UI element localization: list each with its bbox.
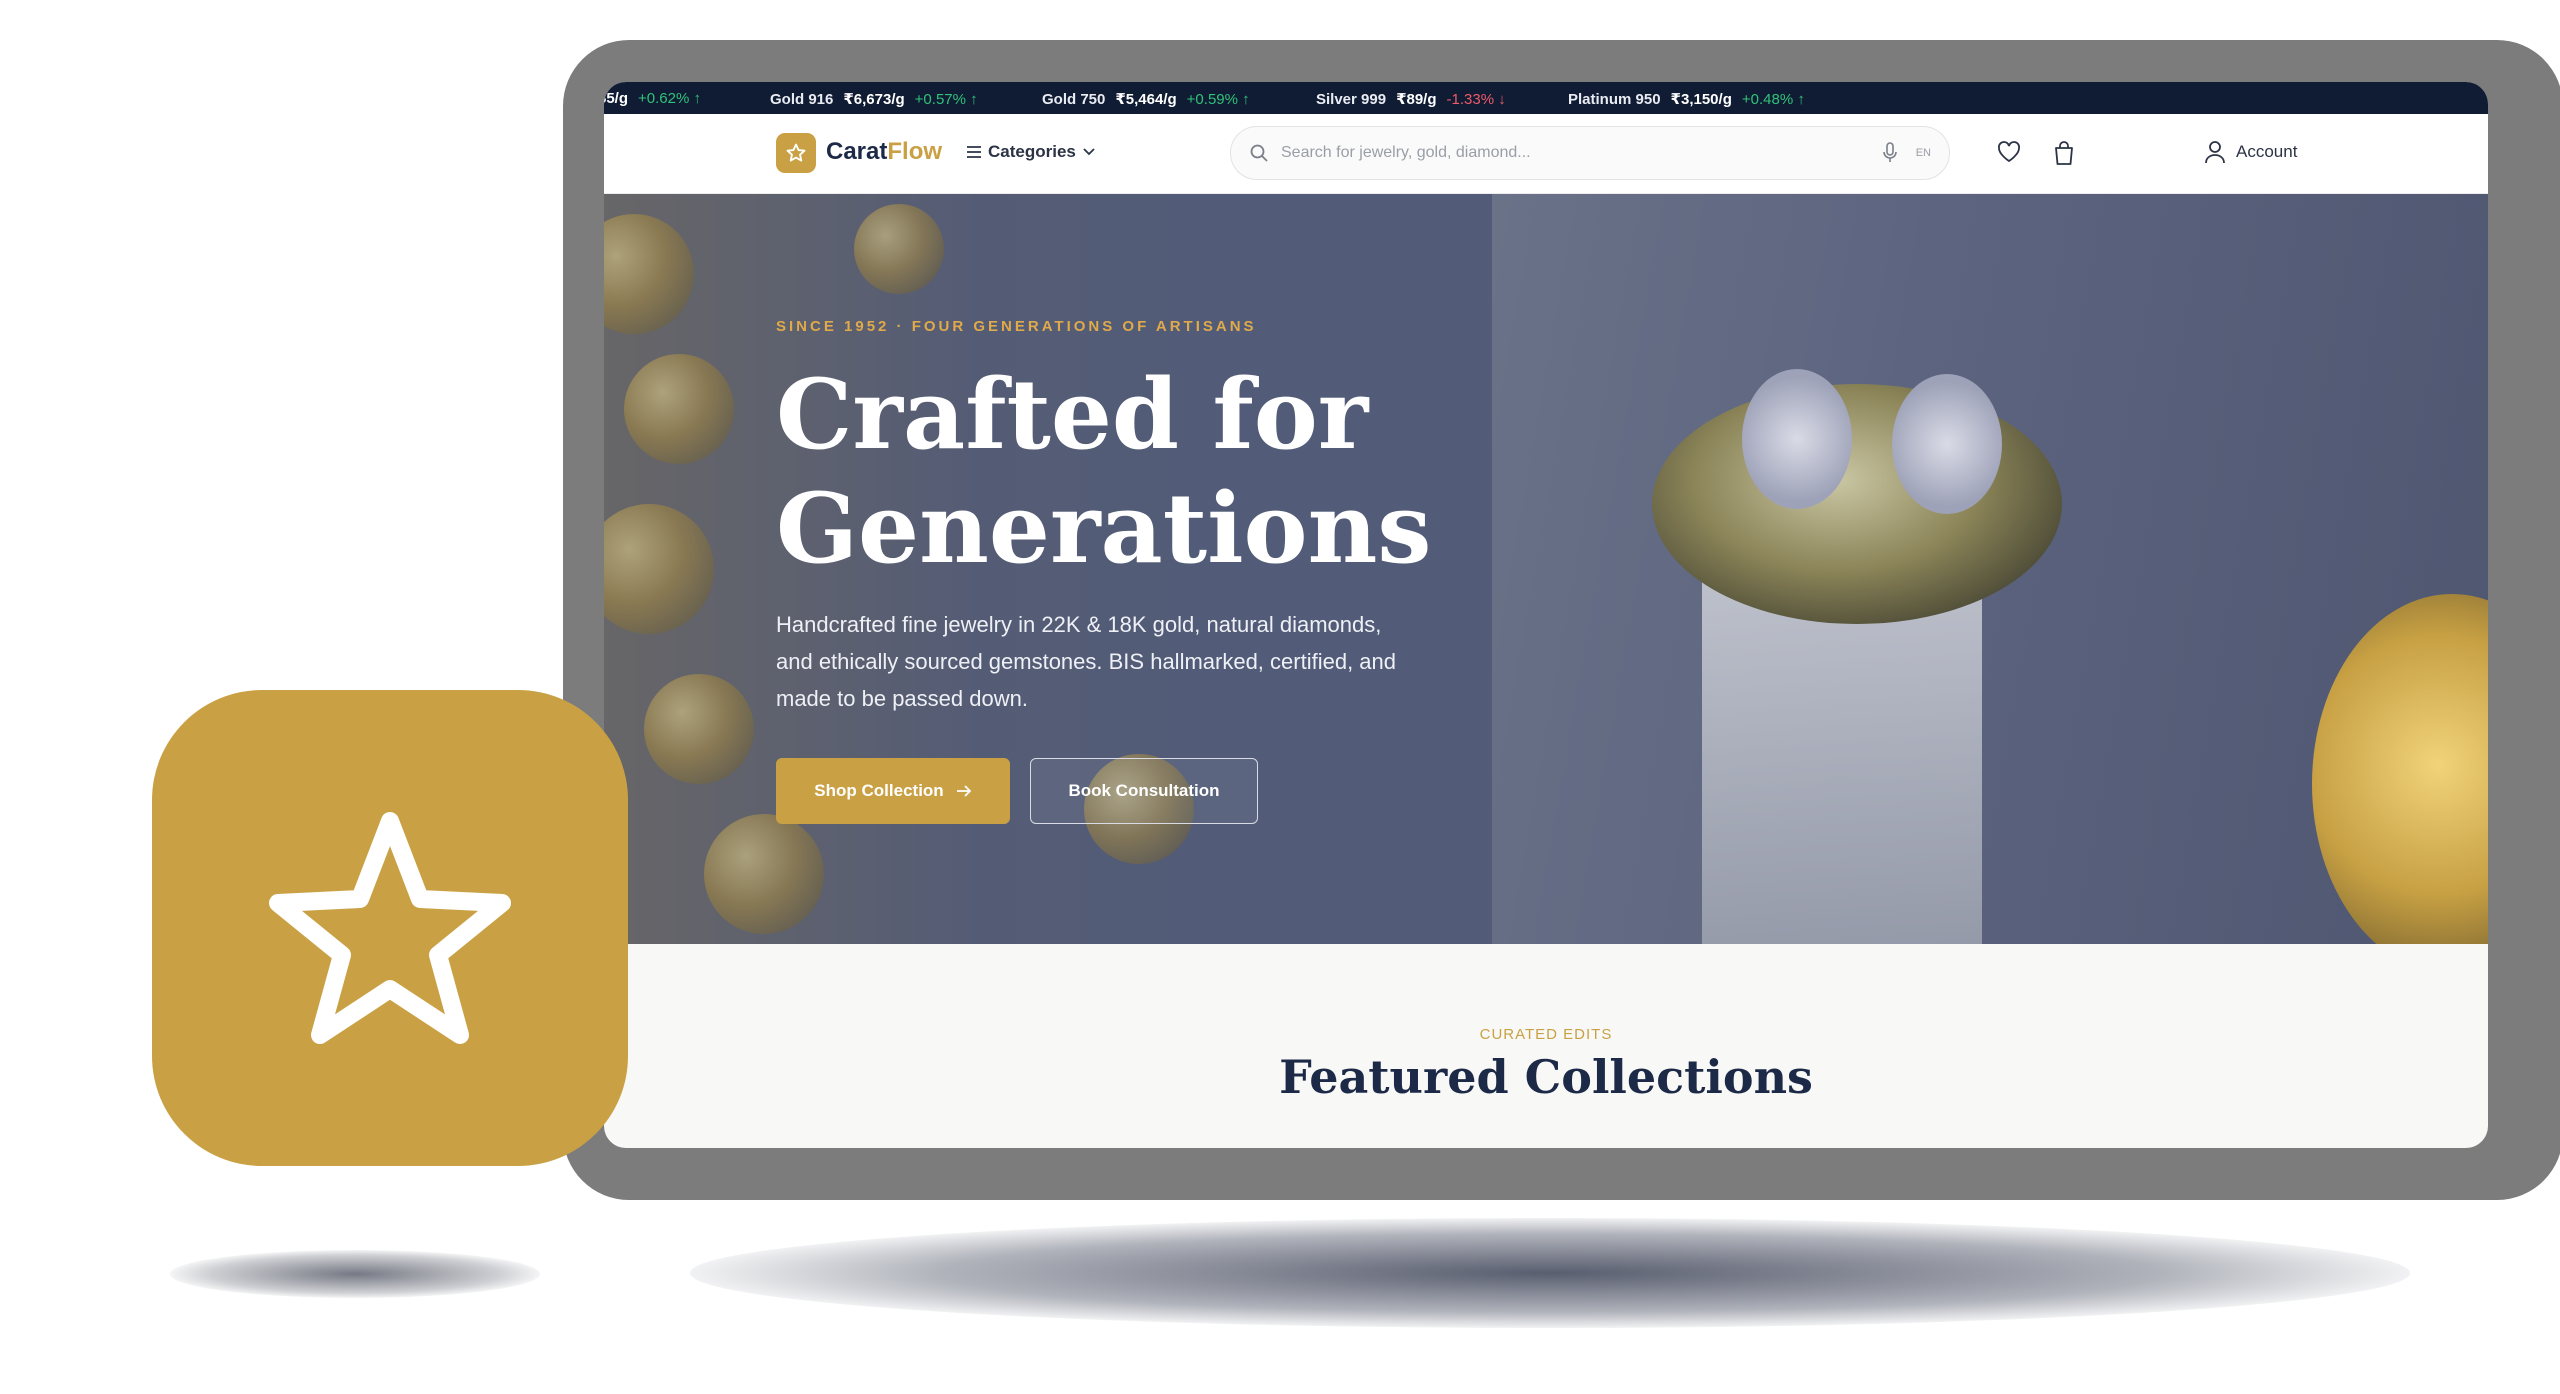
mic-icon[interactable] (1882, 142, 1898, 164)
ticker-change: +0.62% ↑ (638, 90, 701, 107)
ticker-name: Silver 999 (1316, 90, 1387, 108)
ticker-change: +0.59% ↑ (1186, 90, 1250, 108)
book-consultation-button[interactable]: Book Consultation (1030, 758, 1258, 824)
diamond-pave (1892, 374, 2002, 514)
headline-line: Generations (776, 472, 1432, 585)
logo-accent: Flow (887, 138, 943, 165)
ticker-change: +0.57% ↑ (914, 90, 978, 108)
arrow-right-icon (956, 785, 971, 797)
star-icon (786, 143, 806, 162)
ticker-item: Platinum 950 ₹3,150/g +0.48% ↑ (1568, 90, 1805, 109)
language-toggle[interactable]: EN (1916, 147, 1931, 159)
book-consultation-label: Book Consultation (1068, 781, 1220, 800)
shop-collection-label: Shop Collection (814, 781, 944, 800)
ticker-item: Silver 999 ₹89/g -1.33% ↓ (1316, 90, 1506, 109)
ticker-change: +0.48% ↑ (1741, 90, 1805, 108)
hero-banner: SINCE 1952 · FOUR GENERATIONS OF ARTISAN… (604, 194, 2488, 944)
app-icon (152, 690, 628, 1166)
headline-line: Crafted for (776, 358, 1369, 471)
ticker-item: Gold 750 ₹5,464/g +0.59% ↑ (1042, 90, 1250, 109)
ticker-price: ₹5,464/g (1115, 91, 1177, 108)
shop-collection-button[interactable]: Shop Collection (776, 758, 1010, 824)
chevron-down-icon (1083, 148, 1095, 156)
citrine-ring (2312, 594, 2488, 944)
bag-icon[interactable] (2052, 140, 2076, 166)
logo-wordmark[interactable]: CaratFlow (826, 138, 942, 166)
star-icon (269, 812, 511, 1044)
logo-main: Carat (826, 138, 888, 165)
ticker-change: -1.33% ↓ (1446, 90, 1506, 108)
device-shadow (690, 1218, 2410, 1328)
diamond-pave (1742, 369, 1852, 509)
ticker-price: 85/g (604, 90, 629, 107)
featured-eyebrow: CURATED EDITS (1479, 1026, 1613, 1043)
ticker-item: 85/g +0.62% ↑ (604, 90, 701, 107)
app-icon-shadow (170, 1250, 540, 1298)
gold-ring (1652, 384, 2062, 624)
featured-title: Featured Collections (1279, 1050, 1813, 1104)
ticker-name: Gold 750 (1042, 90, 1106, 108)
ticker-name: Platinum 950 (1568, 90, 1661, 108)
search-input[interactable] (1281, 144, 1882, 162)
hero-eyebrow: SINCE 1952 · FOUR GENERATIONS OF ARTISAN… (776, 318, 1257, 335)
hero-headline: Crafted for Generations (776, 358, 1476, 586)
categories-menu[interactable]: Categories (966, 142, 1096, 162)
hero-description: Handcrafted fine jewelry in 22K & 18K go… (776, 612, 1396, 711)
ticker-price: ₹89/g (1396, 91, 1437, 108)
website-screen: 85/g +0.62% ↑ Gold 916 ₹6,673/g +0.57% ↑… (604, 82, 2488, 1148)
categories-label: Categories (988, 142, 1076, 161)
ring-display-photo (1492, 194, 2488, 944)
logo-mark[interactable] (776, 133, 816, 173)
menu-icon (967, 146, 981, 158)
metal-price-ticker: 85/g +0.62% ↑ Gold 916 ₹6,673/g +0.57% ↑… (604, 82, 2488, 114)
ticker-price: ₹3,150/g (1670, 91, 1732, 108)
account-link[interactable]: Account (2204, 140, 2297, 164)
ticker-price: ₹6,673/g (843, 91, 905, 108)
search-icon (1250, 144, 1268, 162)
heart-icon[interactable] (1996, 140, 2022, 164)
search-bar[interactable]: EN (1230, 126, 1950, 180)
user-icon (2205, 141, 2225, 164)
ticker-name: Gold 916 (770, 90, 834, 108)
account-label: Account (2236, 142, 2298, 161)
site-header: CaratFlow Categories EN (604, 114, 2488, 194)
ticker-item: Gold 916 ₹6,673/g +0.57% ↑ (770, 90, 978, 109)
